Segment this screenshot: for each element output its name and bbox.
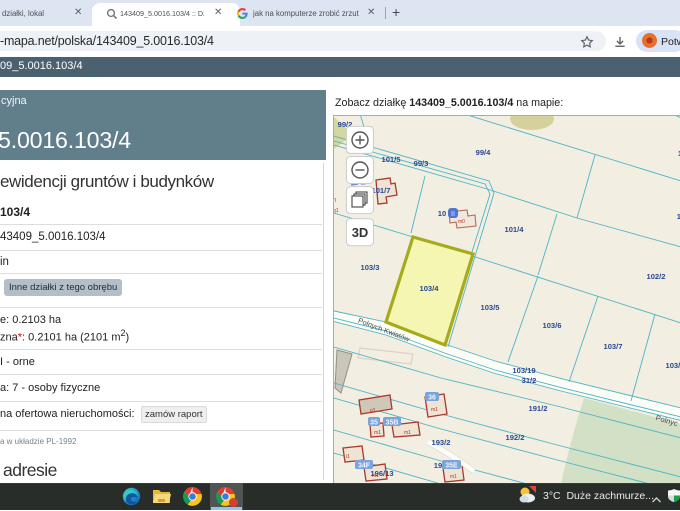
svg-text:g1: g1 <box>370 408 376 414</box>
svg-text:103/4: 103/4 <box>419 284 439 293</box>
svg-text:101/7: 101/7 <box>371 186 390 195</box>
svg-text:m1: m1 <box>431 407 438 413</box>
svg-text:36: 36 <box>428 395 436 402</box>
svg-text:103/8: 103/8 <box>665 361 680 370</box>
svg-text:19: 19 <box>434 461 442 470</box>
svg-text:101/4: 101/4 <box>504 225 524 234</box>
svg-text:103/7: 103/7 <box>603 342 622 351</box>
svg-text:m1: m1 <box>374 430 381 436</box>
svg-text:3D: 3D <box>352 225 369 240</box>
svg-text:g1: g1 <box>334 208 339 214</box>
svg-text:103/3: 103/3 <box>360 263 379 272</box>
svg-text:101/5: 101/5 <box>381 155 401 164</box>
svg-text:35E: 35E <box>445 463 458 470</box>
svg-text:99/4: 99/4 <box>476 148 492 157</box>
svg-text:31/2: 31/2 <box>522 376 537 385</box>
svg-text:191/2: 191/2 <box>528 404 547 413</box>
svg-text:35B: 35B <box>386 420 399 427</box>
svg-text:102/2: 102/2 <box>646 272 665 281</box>
svg-text:34F: 34F <box>358 463 371 470</box>
svg-text:m0: m0 <box>458 219 465 225</box>
svg-text:192/2: 192/2 <box>505 433 524 442</box>
svg-text:196/13: 196/13 <box>370 469 393 478</box>
svg-text:103/5: 103/5 <box>480 303 500 312</box>
svg-text:193/2: 193/2 <box>431 438 450 447</box>
svg-text:35: 35 <box>370 420 378 427</box>
svg-text:99/3: 99/3 <box>414 159 429 168</box>
svg-text:103/6: 103/6 <box>542 321 561 330</box>
svg-text:m1: m1 <box>404 430 411 436</box>
svg-text:103/19: 103/19 <box>512 366 535 375</box>
svg-text:10: 10 <box>438 209 446 218</box>
svg-text:TI: TI <box>334 198 336 204</box>
svg-text:m1: m1 <box>450 474 457 480</box>
svg-text:i1: i1 <box>346 454 350 460</box>
